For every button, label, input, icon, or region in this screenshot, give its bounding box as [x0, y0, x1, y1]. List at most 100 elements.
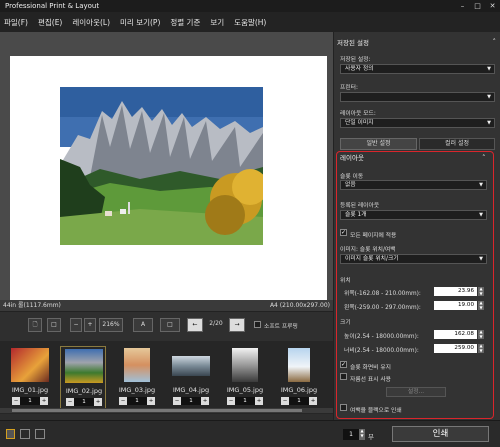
- thumbnail-item[interactable]: IMG_06.jpg −1 +: [276, 346, 322, 412]
- zoom-out-icon[interactable]: −: [70, 318, 82, 332]
- title-bar: Professional Print & Layout – □ ✕: [0, 0, 500, 12]
- zoom-select[interactable]: 216%: [99, 318, 123, 332]
- copies-field[interactable]: 1: [343, 429, 359, 440]
- minus-icon[interactable]: −: [12, 397, 20, 405]
- use-guides-checkbox[interactable]: [340, 373, 347, 380]
- width-stepper[interactable]: ▲ ▼: [478, 343, 484, 353]
- layout-mode-select[interactable]: 단일 이미지 ▼: [340, 118, 495, 128]
- top-field[interactable]: 23.96: [434, 287, 477, 296]
- left-stepper[interactable]: ▲ ▼: [478, 300, 484, 310]
- copy-count[interactable]: 1: [289, 397, 309, 405]
- plus-icon[interactable]: +: [94, 398, 102, 406]
- minus-icon[interactable]: −: [227, 397, 235, 405]
- registered-layout-value: 슬롯 1개: [345, 212, 367, 218]
- settings-button[interactable]: 설정...: [386, 387, 446, 397]
- print-button[interactable]: 인쇄: [392, 426, 489, 442]
- collapse-icon[interactable]: ˄: [493, 38, 497, 46]
- plus-icon[interactable]: +: [147, 397, 155, 405]
- menu-layout[interactable]: 레이아웃(L): [72, 17, 110, 28]
- copy-count[interactable]: 1: [127, 397, 147, 405]
- menu-preview[interactable]: 미리 보기(P): [120, 17, 160, 28]
- width-field[interactable]: 259.00: [434, 344, 477, 353]
- slot-move-label: 슬롯 이동: [340, 174, 364, 180]
- plus-icon[interactable]: +: [40, 397, 48, 405]
- left-field[interactable]: 19.00: [434, 301, 477, 310]
- single-view-icon[interactable]: [6, 429, 15, 439]
- image-slot-select[interactable]: 이미지 슬롯 위치/크기 ▼: [340, 254, 487, 264]
- apply-all-label: 모든 페이지에 적용: [350, 233, 397, 239]
- plus-icon[interactable]: +: [309, 397, 317, 405]
- new-page-icon[interactable]: 🗋: [28, 318, 42, 332]
- position-header: 위치: [340, 278, 351, 284]
- copy-count[interactable]: 1: [181, 397, 201, 405]
- copy-counter: −1 +: [12, 397, 48, 405]
- thumbnail-name: IMG_03.jpg: [118, 386, 156, 394]
- scrollbar-thumb[interactable]: [12, 409, 302, 412]
- settings-panel: 저장된 설정 ˄ 저장된 설정: 사용자 정의 ▼ 프린터: ▼ 레이아웃 모드:…: [333, 32, 500, 420]
- copies-stepper[interactable]: ▲ ▼: [359, 428, 365, 440]
- left-label: 왼쪽(-259.00 - 297.00mm):: [344, 305, 421, 311]
- tab-general[interactable]: 일반 설정: [340, 138, 417, 150]
- menu-help[interactable]: 도움말(H): [234, 17, 266, 28]
- top-stepper[interactable]: ▲ ▼: [478, 286, 484, 296]
- minimize-icon[interactable]: –: [455, 0, 470, 12]
- maximize-icon[interactable]: □: [470, 0, 485, 12]
- soft-proof-checkbox[interactable]: [254, 321, 261, 328]
- copy-counter: −1 +: [66, 398, 102, 406]
- preview-image[interactable]: [60, 87, 263, 245]
- chevron-down-icon: ▼: [487, 120, 491, 126]
- thumbnail-item-selected[interactable]: IMG_02.jpg −1 +: [60, 346, 106, 412]
- minus-icon[interactable]: −: [66, 398, 74, 406]
- minus-icon[interactable]: −: [119, 397, 127, 405]
- thumbnail-item[interactable]: IMG_03.jpg −1 +: [114, 346, 160, 412]
- height-stepper[interactable]: ▲ ▼: [478, 329, 484, 339]
- close-icon[interactable]: ✕: [485, 0, 500, 12]
- minus-icon[interactable]: −: [281, 397, 289, 405]
- paper-size-text: A4 (210.00x297.00): [269, 302, 330, 309]
- height-field[interactable]: 162.08: [434, 330, 477, 339]
- menu-edit[interactable]: 편집(E): [38, 17, 62, 28]
- tab-color[interactable]: 컬러 설정: [419, 138, 495, 150]
- copy-count[interactable]: 1: [74, 398, 94, 406]
- minus-icon[interactable]: −: [173, 397, 181, 405]
- next-page-button[interactable]: →: [229, 318, 245, 332]
- menu-file[interactable]: 파일(F): [4, 17, 28, 28]
- soft-proof-label: 소프트 프루핑: [264, 324, 298, 330]
- thumbnail-item[interactable]: IMG_04.jpg −1 +: [168, 346, 214, 412]
- black-margin-checkbox[interactable]: [340, 404, 347, 411]
- thumbnail-image: [65, 349, 103, 383]
- copy-count[interactable]: 1: [235, 397, 255, 405]
- slot-move-select[interactable]: 없음 ▼: [340, 180, 487, 190]
- copies-unit: 부: [368, 433, 374, 441]
- menu-sort[interactable]: 정렬 기준: [170, 17, 200, 28]
- keep-ratio-checkbox[interactable]: ✓: [340, 361, 347, 368]
- thumbnail-scrollbar[interactable]: [0, 408, 333, 413]
- grid-view-icon[interactable]: [35, 429, 45, 439]
- page-indicator: 2/20: [209, 320, 223, 327]
- printer-label: 프린터:: [340, 85, 358, 91]
- saved-settings-header[interactable]: 저장된 설정: [337, 38, 498, 49]
- roll-size-text: 44in 롤(1117.6mm): [3, 302, 61, 309]
- preview-toolbar: 🗋 □ − + 216% A □ ← 2/20 → 소프트 프루핑: [0, 311, 333, 341]
- collapse-icon[interactable]: ˄: [482, 154, 486, 162]
- printer-select[interactable]: ▼: [340, 92, 495, 102]
- text-tool-icon[interactable]: A: [133, 318, 153, 332]
- saved-settings-select[interactable]: 사용자 정의 ▼: [340, 64, 495, 74]
- copy-count[interactable]: 1: [20, 397, 40, 405]
- remove-page-icon[interactable]: □: [47, 318, 61, 332]
- zoom-in-icon[interactable]: +: [84, 318, 96, 332]
- thumbnail-name: IMG_02.jpg: [65, 387, 103, 395]
- prev-page-button[interactable]: ←: [187, 318, 203, 332]
- menu-view[interactable]: 보기: [210, 17, 224, 28]
- thumbnail-item[interactable]: IMG_05.jpg −1 +: [222, 346, 268, 412]
- page-options-icon[interactable]: □: [160, 318, 180, 332]
- status-bar: 44in 롤(1117.6mm) A4 (210.00x297.00): [0, 300, 333, 311]
- plus-icon[interactable]: +: [201, 397, 209, 405]
- double-view-icon[interactable]: [20, 429, 30, 439]
- apply-all-checkbox[interactable]: ✓: [340, 229, 347, 236]
- registered-layout-select[interactable]: 슬롯 1개 ▼: [340, 210, 487, 220]
- thumbnail-item[interactable]: IMG_01.jpg −1 +: [7, 346, 53, 412]
- saved-settings-label: 저장된 설정:: [340, 57, 371, 63]
- plus-icon[interactable]: +: [255, 397, 263, 405]
- layout-header[interactable]: 레이아웃: [340, 153, 500, 164]
